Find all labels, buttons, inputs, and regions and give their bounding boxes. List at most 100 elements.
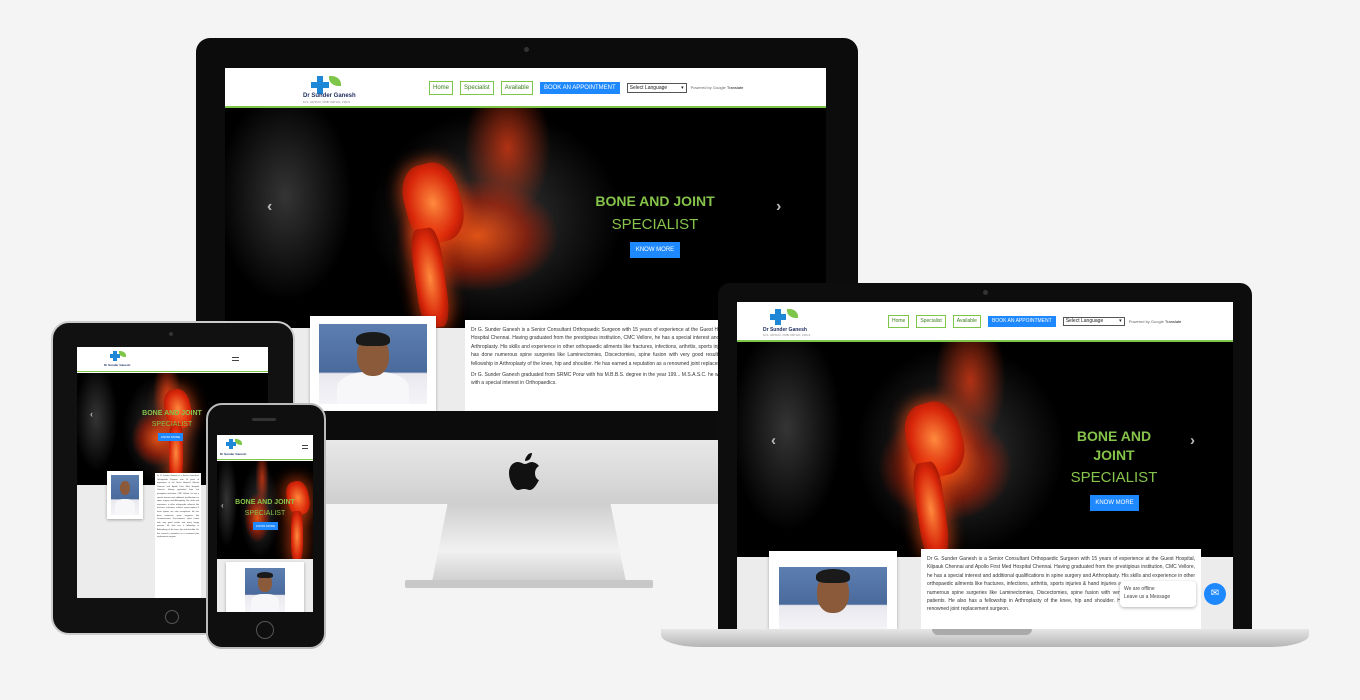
slider-next-arrow[interactable]: › xyxy=(1190,432,1195,449)
nav-home[interactable]: Home xyxy=(888,315,910,328)
hero-title-line2: SPECIALIST xyxy=(244,510,286,517)
hero-title-line1: BONE AND xyxy=(1076,428,1152,444)
doctor-photo-card xyxy=(310,316,436,411)
nav-home[interactable]: Home xyxy=(429,81,454,95)
doctor-photo xyxy=(779,567,887,629)
hero-title-line2: SPECIALIST xyxy=(611,216,699,233)
slider-prev-arrow[interactable]: ‹ xyxy=(267,198,272,216)
powered-by-google: Powered by Google Translate xyxy=(1129,316,1182,327)
apple-logo-icon xyxy=(509,453,539,490)
logo-title: Dr Sunder Ganesh xyxy=(104,363,131,367)
chat-prompt: Leave us a Message xyxy=(1124,594,1171,600)
nav-specialist[interactable]: Specialist xyxy=(916,315,946,328)
laptop-screen: Dr Sunder Ganesh M.S. ORTHO, DNB ORTHO, … xyxy=(737,302,1233,629)
site-header: Dr Sunder Ganesh M.S. ORTHO, DNB ORTHO, … xyxy=(737,302,1233,342)
powered-by-google: Powered by Google Translate xyxy=(691,82,744,94)
book-appointment-button[interactable]: BOOK AN APPOINTMENT xyxy=(987,316,1056,327)
hero-slider: ‹ › BONE AND JOINT SPECIALIST KNOW MORE xyxy=(737,342,1233,557)
chat-icon[interactable]: ✉ xyxy=(1204,583,1226,605)
logo-leaf-icon xyxy=(787,309,798,318)
doctor-hair xyxy=(816,569,850,583)
site-header: Dr Sunder Ganesh xyxy=(77,347,268,372)
site-logo[interactable]: Dr Sunder Ganesh xyxy=(104,350,144,370)
language-select-value: Select Language xyxy=(629,85,668,91)
site-logo[interactable]: Dr Sunder Ganesh M.S. ORTHO, DNB ORTHO, … xyxy=(763,307,823,337)
nav-specialist[interactable]: Specialist xyxy=(460,81,494,95)
logo-subtitle: M.S. ORTHO, DNB ORTHO, FRCS xyxy=(303,100,351,104)
hero-title-line2: SPECIALIST xyxy=(1070,469,1158,486)
phone-speaker xyxy=(252,418,276,421)
laptop-camera xyxy=(983,290,988,295)
language-select[interactable]: Select Language ▾ xyxy=(1062,317,1125,326)
logo-title: Dr Sunder Ganesh xyxy=(303,93,356,99)
about-paragraph-1: Dr G. Sunder Ganesh is a Senior Consulta… xyxy=(157,475,199,539)
hero-title-line1b: JOINT xyxy=(1093,447,1135,463)
about-section xyxy=(217,559,313,612)
main-nav: Home Specialist Available BOOK AN APPOIN… xyxy=(888,315,1181,328)
logo-title: Dr Sunder Ganesh xyxy=(220,452,247,456)
doctor-coat xyxy=(115,499,135,515)
translate-link[interactable]: Translate xyxy=(727,85,744,90)
logo-cross-bar xyxy=(311,82,329,88)
powered-by-text: Powered by Google xyxy=(690,85,726,90)
doctor-photo-card xyxy=(769,551,897,629)
doctor-photo xyxy=(245,568,285,612)
doctor-photo-card xyxy=(226,562,304,612)
hero-slider: ‹ BONE AND JOINT SPECIALIST KNOW MORE xyxy=(217,461,313,559)
site-logo[interactable]: Dr Sunder Ganesh M.S. ORTHO, DNB ORTHO, … xyxy=(303,74,363,104)
nav-available[interactable]: Available xyxy=(500,81,533,95)
know-more-button[interactable]: KNOW MORE xyxy=(1090,495,1139,511)
doctor-hair xyxy=(356,332,390,346)
translate-link[interactable]: Translate xyxy=(1165,319,1182,324)
dropdown-arrow-icon: ▾ xyxy=(1119,318,1122,324)
powered-by-text: Powered by Google xyxy=(1128,319,1164,324)
book-appointment-button[interactable]: BOOK AN APPOINTMENT xyxy=(539,82,620,94)
logo-leaf-icon xyxy=(329,76,341,86)
hero-title-line1: BONE AND JOINT xyxy=(595,193,715,209)
hero-title-line1: BONE AND JOINT xyxy=(235,499,295,506)
doctor-photo-card xyxy=(107,471,143,519)
language-select-value: Select Language xyxy=(1065,318,1104,324)
doctor-coat xyxy=(337,372,409,404)
imac-stand xyxy=(432,504,626,582)
logo-leaf-icon xyxy=(235,439,242,445)
hero-tibia-image xyxy=(408,226,452,328)
site-header: Dr Sunder Ganesh xyxy=(217,435,313,460)
logo-subtitle: M.S. ORTHO, DNB ORTHO, FRCS xyxy=(763,333,811,337)
doctor-coat xyxy=(251,594,279,612)
doctor-hair xyxy=(257,572,273,578)
tablet-camera xyxy=(169,332,173,336)
phone-screen: Dr Sunder Ganesh ‹ BONE AND JOINT SPECIA… xyxy=(217,435,313,612)
chat-offline-bubble[interactable]: We are offline Leave us a Message xyxy=(1120,581,1196,607)
hamburger-menu-icon[interactable] xyxy=(232,357,239,363)
slider-prev-arrow[interactable]: ‹ xyxy=(771,432,776,449)
doctor-photo xyxy=(319,324,427,404)
chat-status: We are offline xyxy=(1124,586,1155,592)
nav-available[interactable]: Available xyxy=(952,315,981,328)
imac-camera xyxy=(524,47,529,52)
logo-cross-bar xyxy=(226,442,236,446)
know-more-button[interactable]: KNOW MORE xyxy=(158,433,183,441)
logo-leaf-icon xyxy=(119,351,126,357)
doctor-face xyxy=(120,481,130,495)
laptop-website: Dr Sunder Ganesh M.S. ORTHO, DNB ORTHO, … xyxy=(737,302,1233,629)
know-more-button[interactable]: KNOW MORE xyxy=(253,522,278,530)
doctor-photo xyxy=(111,475,139,515)
imac-foot xyxy=(405,580,653,588)
tablet-home-button xyxy=(165,610,179,624)
phone-home-button xyxy=(256,621,274,639)
site-logo[interactable]: Dr Sunder Ganesh xyxy=(220,438,260,458)
logo-cross-bar xyxy=(110,354,120,358)
dropdown-arrow-icon: ▾ xyxy=(681,85,684,91)
about-section: Dr G. Sunder Ganesh is a Senior Consulta… xyxy=(737,549,1233,629)
slider-next-arrow[interactable]: › xyxy=(776,198,781,216)
know-more-button[interactable]: KNOW MORE xyxy=(630,242,680,258)
laptop-notch xyxy=(932,629,1032,635)
hero-tibia-image xyxy=(291,511,303,559)
main-nav: Home Specialist Available BOOK AN APPOIN… xyxy=(429,81,743,95)
language-select[interactable]: Select Language ▾ xyxy=(626,83,687,93)
slider-prev-arrow[interactable]: ‹ xyxy=(90,409,93,419)
about-text-card: Dr G. Sunder Ganesh is a Senior Consulta… xyxy=(155,473,201,598)
hamburger-menu-icon[interactable] xyxy=(302,445,308,451)
site-header: Dr Sunder Ganesh M.S. ORTHO, DNB ORTHO, … xyxy=(225,68,826,108)
